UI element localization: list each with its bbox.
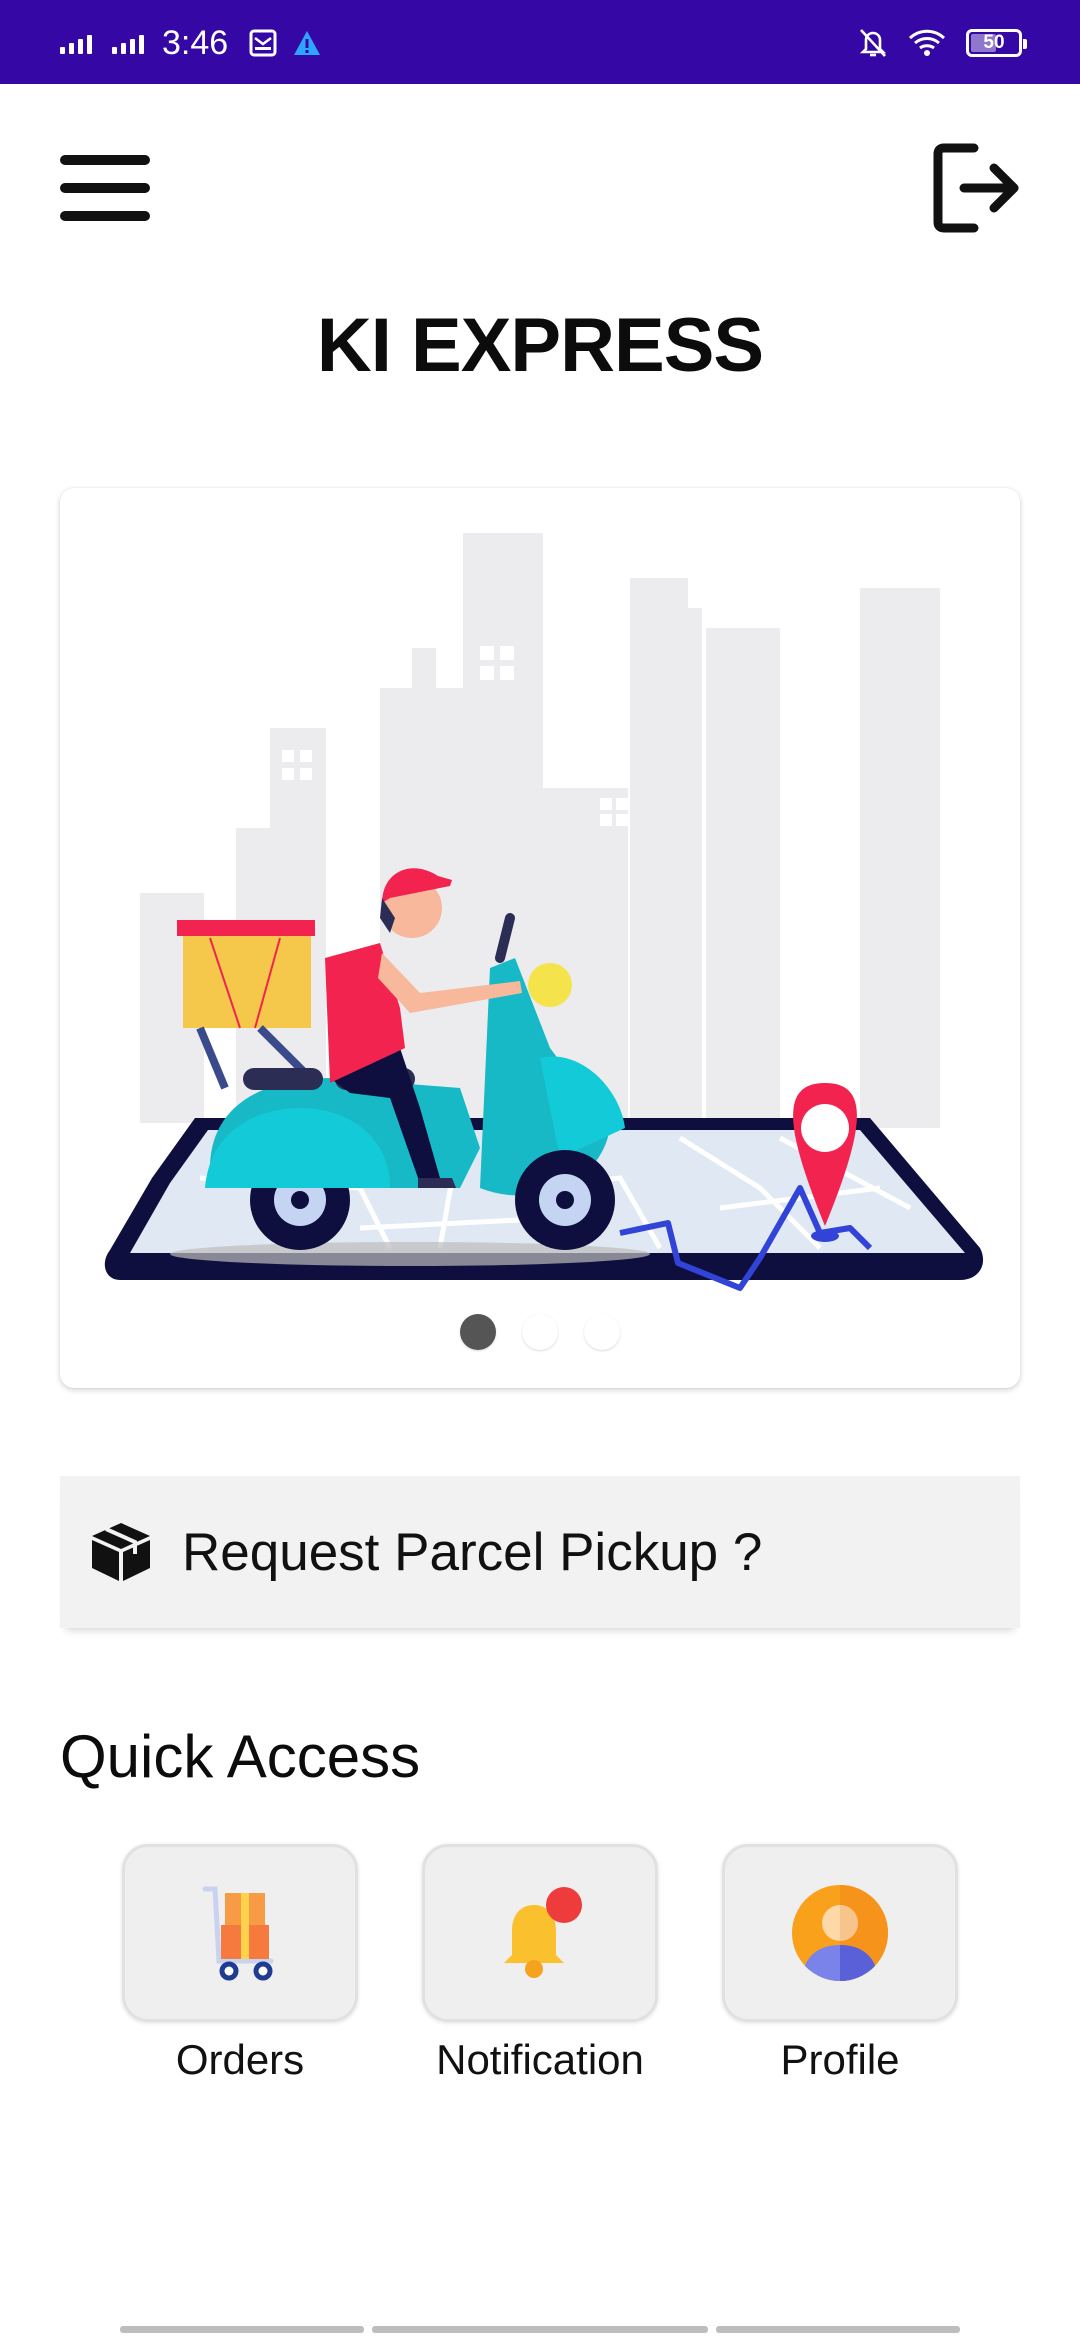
hamburger-menu-icon[interactable] bbox=[58, 150, 152, 226]
quick-access-notification[interactable]: Notification bbox=[420, 1844, 660, 2084]
battery-icon: 50 bbox=[966, 29, 1027, 57]
signal-strength-icon bbox=[60, 32, 92, 54]
status-left: 3:46 bbox=[60, 18, 322, 68]
carousel-dot-1[interactable] bbox=[460, 1314, 496, 1350]
orders-tile[interactable] bbox=[122, 1844, 358, 2022]
status-bar: 3:46 50 bbox=[0, 0, 1080, 84]
request-pickup-button[interactable]: Request Parcel Pickup ? bbox=[60, 1476, 1020, 1628]
bell-icon bbox=[504, 1887, 582, 1978]
battery-level: 50 bbox=[983, 32, 1005, 53]
silent-bell-icon bbox=[859, 29, 887, 57]
parcel-trolley-icon bbox=[202, 1886, 274, 1981]
carousel-dot-2[interactable] bbox=[522, 1314, 558, 1350]
page-title: KI EXPRESS bbox=[316, 303, 764, 388]
signal-strength-2-icon bbox=[112, 32, 144, 54]
carousel-pagination bbox=[60, 1314, 1020, 1350]
profile-label: Profile bbox=[780, 2036, 900, 2083]
wifi-icon bbox=[908, 29, 946, 56]
notification-tile[interactable] bbox=[422, 1844, 658, 2022]
status-right: 50 bbox=[858, 18, 1027, 68]
request-pickup-label: Request Parcel Pickup ? bbox=[182, 1522, 763, 1582]
logout-icon[interactable] bbox=[930, 140, 1020, 236]
banner-carousel[interactable] bbox=[60, 488, 1020, 1388]
mail-notification-icon bbox=[249, 29, 277, 57]
orders-label: Orders bbox=[175, 2036, 305, 2083]
delivery-scooter-illustration bbox=[104, 533, 984, 1291]
profile-tile[interactable] bbox=[722, 1844, 958, 2022]
gesture-bar-left bbox=[120, 2326, 364, 2333]
status-time: 3:46 bbox=[162, 23, 229, 62]
quick-access-orders[interactable]: Orders bbox=[120, 1844, 360, 2084]
warning-icon bbox=[294, 31, 321, 55]
quick-access-profile[interactable]: Profile bbox=[720, 1844, 960, 2084]
notification-label: Notification bbox=[436, 2036, 644, 2083]
quick-access-title: Quick Access bbox=[60, 1723, 421, 1790]
gesture-bar-center[interactable] bbox=[372, 2326, 708, 2333]
carousel-dot-3[interactable] bbox=[584, 1314, 620, 1350]
gesture-bar-right bbox=[716, 2326, 960, 2333]
user-avatar-icon bbox=[792, 1885, 888, 1981]
parcel-box-icon bbox=[92, 1523, 150, 1581]
